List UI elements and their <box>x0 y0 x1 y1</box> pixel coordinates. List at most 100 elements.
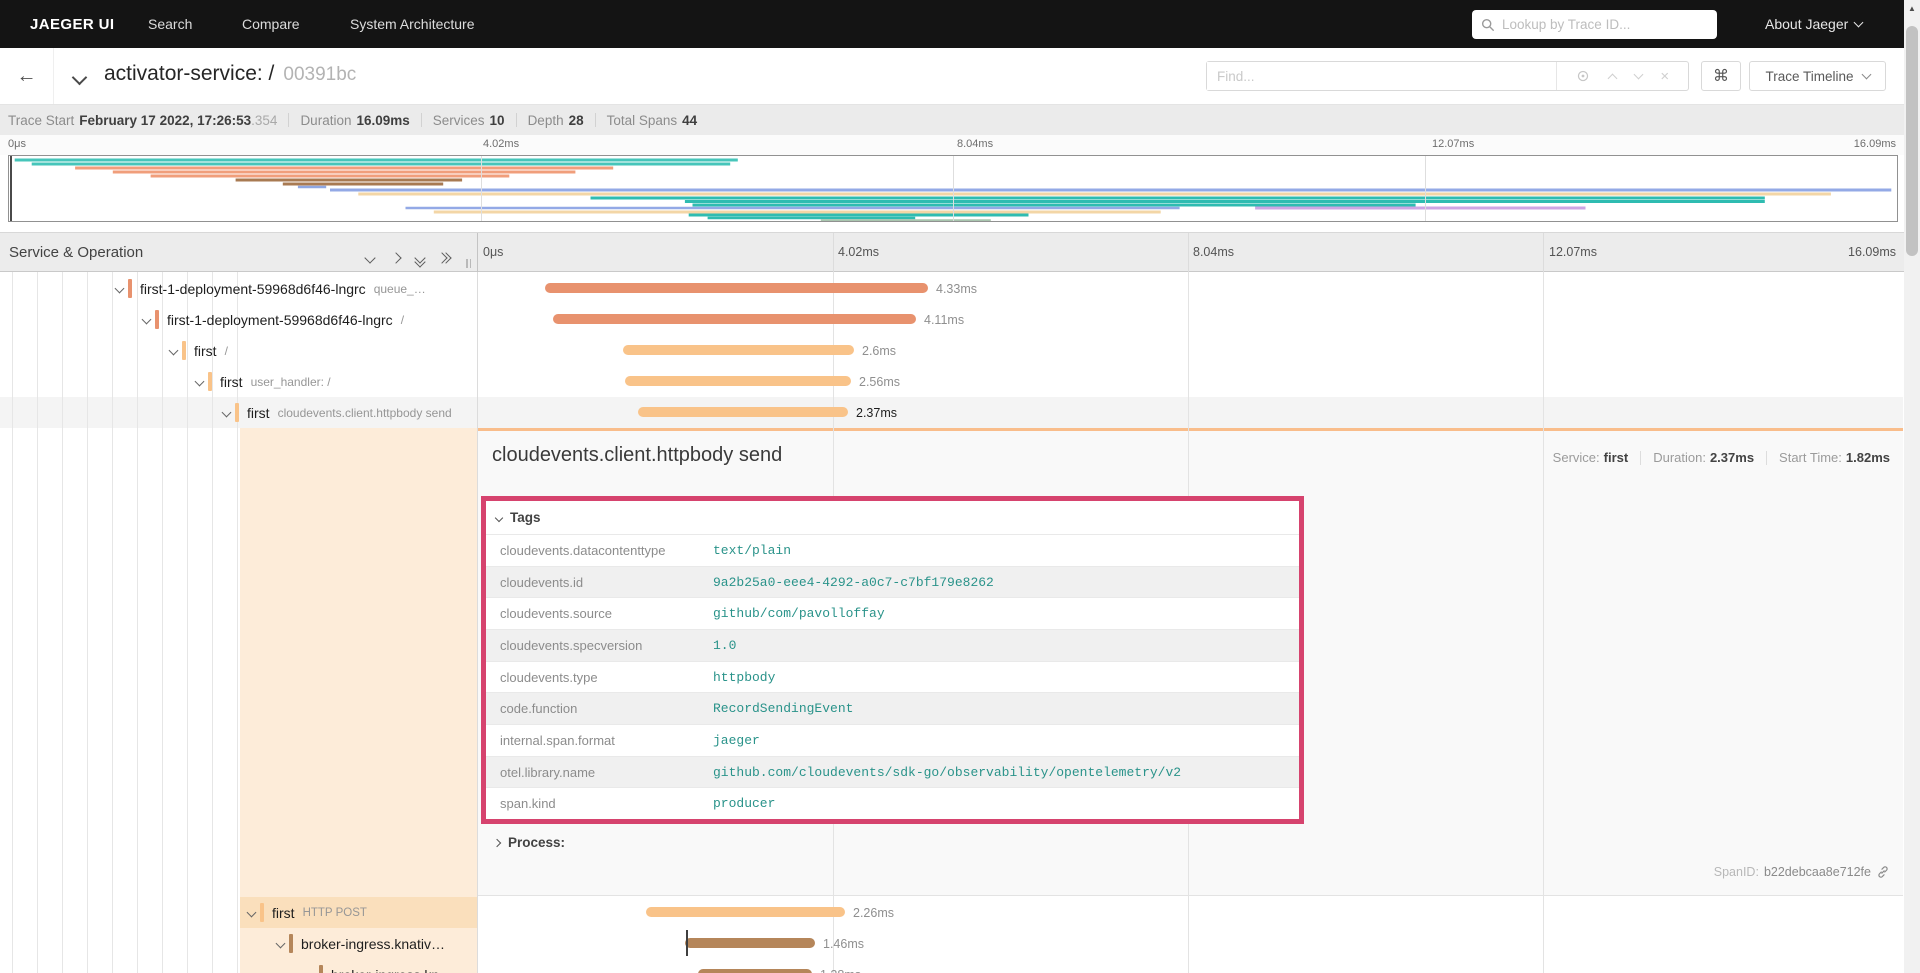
nav-link-system-architecture[interactable]: System Architecture <box>350 0 475 48</box>
ruler-gridline <box>833 233 834 272</box>
find-next-icon[interactable] <box>1633 69 1643 80</box>
find-clear-icon[interactable]: × <box>1660 69 1669 84</box>
span-detail-title: cloudevents.client.httpbody send <box>492 444 783 466</box>
depth-value: 28 <box>568 112 584 128</box>
chevron-down-icon[interactable] <box>275 938 286 949</box>
span-duration-label: 2.56ms <box>859 374 900 389</box>
nav-link-compare[interactable]: Compare <box>242 0 300 48</box>
tags-section-toggle[interactable]: Tags <box>486 501 1299 534</box>
span-row[interactable]: first user_handler: / 2.56ms <box>0 366 1903 397</box>
keyboard-shortcuts-button[interactable]: ⌘ <box>1701 61 1741 91</box>
minimap-scrubber-handle[interactable] <box>10 156 12 221</box>
span-row[interactable]: first / 2.6ms <box>0 335 1903 366</box>
minimap-tick-row: 0μs 4.02ms 8.04ms 12.07ms 16.09ms <box>0 135 1920 155</box>
column-resize-grip[interactable] <box>466 259 471 268</box>
span-row[interactable]: first HTTP POST 2.26ms <box>0 897 1903 928</box>
span-row[interactable]: broker-ingress.kn… 1.28ms <box>0 959 1903 973</box>
trace-minimap[interactable] <box>8 155 1898 223</box>
scrollbar-thumb[interactable] <box>1906 26 1918 256</box>
double-chevron-down-icon[interactable] <box>414 249 426 268</box>
service-label: Service: <box>1552 450 1600 465</box>
span-operation-name: cloudevents.client.httpbody send <box>277 405 452 420</box>
double-chevron-right-icon[interactable] <box>436 249 452 267</box>
trace-page-header: ← activator-service: / 00391bc × ⌘ Trace … <box>0 48 1920 105</box>
nav-link-search[interactable]: Search <box>148 0 192 48</box>
chevron-down-icon[interactable] <box>168 345 179 356</box>
span-operation-name: queue_… <box>373 281 426 296</box>
span-name-cell[interactable]: first-1-deployment-59968d6f46-lngrc / <box>0 304 477 335</box>
about-jaeger-menu[interactable]: About Jaeger <box>1765 0 1864 48</box>
minimap-gridline <box>953 156 954 221</box>
span-duration-label: 1.28ms <box>820 968 861 973</box>
span-bar[interactable] <box>623 345 854 355</box>
tag-value: text/plain <box>713 542 792 558</box>
tag-row: code.function RecordSendingEvent <box>486 692 1299 725</box>
chevron-right-icon <box>492 838 502 847</box>
column-divider[interactable] <box>477 233 478 272</box>
trace-lookup-input[interactable] <box>1502 17 1708 32</box>
back-button[interactable]: ← <box>0 48 54 104</box>
chevron-down-icon[interactable] <box>364 249 376 267</box>
span-bar[interactable] <box>646 907 845 917</box>
span-bar[interactable] <box>698 969 812 973</box>
find-input[interactable] <box>1207 62 1556 90</box>
span-name-cell[interactable]: broker-ingress.kn… <box>0 959 477 973</box>
trace-collapse-chevron-icon[interactable] <box>71 69 88 86</box>
tag-key: internal.span.format <box>500 732 615 748</box>
span-row[interactable]: broker-ingress.knativ… 1.46ms <box>0 928 1903 959</box>
span-bar[interactable] <box>545 283 928 293</box>
span-name-cell[interactable]: first HTTP POST <box>0 897 477 928</box>
tags-section-label: Tags <box>510 510 541 525</box>
total-spans-label: Total Spans <box>606 112 678 128</box>
span-detail-panel: cloudevents.client.httpbody send Service… <box>477 431 1903 896</box>
chevron-down-icon[interactable] <box>246 907 257 918</box>
span-duration-label: 1.46ms <box>823 936 864 951</box>
trace-start-value: February 17 2022, 17:26:53 <box>79 112 252 128</box>
span-id-value: b22debcaa8e712fe <box>1763 865 1871 879</box>
ruler-tick: 4.02ms <box>838 245 879 259</box>
start-time-value: 1.82ms <box>1845 450 1890 465</box>
minimap-tick: 12.07ms <box>1432 138 1475 150</box>
span-bar[interactable] <box>553 314 916 324</box>
span-row[interactable]: first-1-deployment-59968d6f46-lngrc / 4.1… <box>0 304 1903 335</box>
span-row[interactable]: first-1-deployment-59968d6f46-lngrc queue… <box>0 273 1903 304</box>
trace-title-text: activator-service: / <box>104 62 275 85</box>
chevron-down-icon[interactable] <box>141 314 152 325</box>
chevron-down-icon[interactable] <box>305 969 316 973</box>
meta-separator <box>594 113 596 127</box>
span-service-name: first <box>272 904 295 921</box>
brand-logo[interactable]: JAEGER UI <box>30 0 114 48</box>
focus-target-icon[interactable] <box>1576 69 1590 83</box>
minimap-tick: 8.04ms <box>957 138 994 150</box>
service-color-chip <box>208 372 212 391</box>
chevron-right-icon[interactable] <box>390 249 402 267</box>
span-name-cell[interactable]: first cloudevents.client.httpbody send <box>0 397 477 428</box>
trace-lookup-box[interactable] <box>1472 10 1717 39</box>
span-name-cell[interactable]: broker-ingress.knativ… <box>0 928 477 959</box>
link-icon[interactable] <box>1876 865 1890 879</box>
span-service-name: broker-ingress.kn… <box>331 967 453 973</box>
span-name-cell[interactable]: first / <box>0 335 477 366</box>
process-section-toggle[interactable]: Process: <box>492 835 565 850</box>
span-name-cell[interactable]: first-1-deployment-59968d6f46-lngrc queue… <box>0 273 477 304</box>
scroll-up-arrow-icon[interactable]: ▲ <box>1904 4 1920 13</box>
tag-key: code.function <box>500 701 578 717</box>
meta-separator <box>288 113 290 127</box>
span-id-label: SpanID: <box>1713 865 1759 879</box>
tag-row: cloudevents.source github/com/pavolloffay <box>486 597 1299 629</box>
chevron-down-icon[interactable] <box>194 376 205 387</box>
span-bar[interactable] <box>638 407 848 417</box>
find-prev-icon[interactable] <box>1607 73 1618 83</box>
span-bar[interactable] <box>685 938 815 948</box>
span-name-cell[interactable]: first user_handler: / <box>0 366 477 397</box>
trace-view-select[interactable]: Trace Timeline <box>1749 61 1886 91</box>
chevron-down-icon[interactable] <box>221 407 232 418</box>
tag-value: github/com/pavolloffay <box>713 606 885 622</box>
vertical-scrollbar[interactable]: ▲ <box>1904 0 1920 973</box>
span-bar[interactable] <box>625 376 851 386</box>
span-duration-label: 4.11ms <box>924 312 965 327</box>
span-row-selected[interactable]: first cloudevents.client.httpbody send 2.… <box>0 397 1903 428</box>
tag-row: cloudevents.specversion 1.0 <box>486 629 1299 661</box>
chevron-down-icon[interactable] <box>114 283 125 294</box>
tag-value: jaeger <box>713 732 760 748</box>
